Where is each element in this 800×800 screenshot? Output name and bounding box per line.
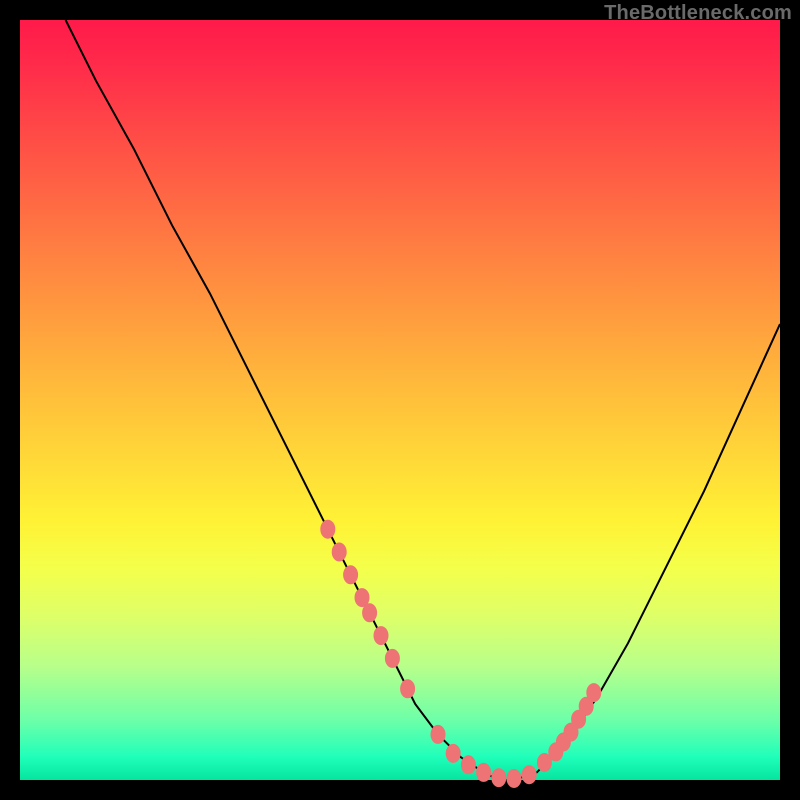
highlight-dot xyxy=(587,684,601,702)
highlight-dot xyxy=(321,520,335,538)
highlight-dot xyxy=(344,566,358,584)
highlight-dot xyxy=(507,770,521,788)
highlight-dot xyxy=(522,766,536,784)
curve-svg xyxy=(20,20,780,780)
highlight-dot xyxy=(355,589,369,607)
highlight-dot xyxy=(431,725,445,743)
highlight-dot xyxy=(461,756,475,774)
highlight-dot xyxy=(401,680,415,698)
highlight-dot xyxy=(446,744,460,762)
chart-stage: TheBottleneck.com xyxy=(0,0,800,800)
highlight-dot xyxy=(385,649,399,667)
plot-area xyxy=(20,20,780,780)
highlight-dots-group xyxy=(321,520,601,787)
highlight-dot xyxy=(363,604,377,622)
highlight-dot xyxy=(492,769,506,787)
highlight-dot xyxy=(332,543,346,561)
highlight-dot xyxy=(477,763,491,781)
highlight-dot xyxy=(374,627,388,645)
bottleneck-curve xyxy=(66,20,780,780)
